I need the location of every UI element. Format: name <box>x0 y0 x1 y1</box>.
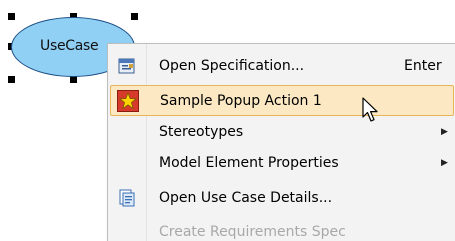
submenu-arrow-icon: ▶ <box>441 157 448 168</box>
specification-icon <box>118 58 135 73</box>
menu-item-label: Open Use Case Details... <box>159 189 333 206</box>
use-case-details-icon <box>119 189 135 206</box>
selection-handle[interactable] <box>70 76 77 83</box>
menu-item-open-specification[interactable]: Open Specification... Enter <box>110 50 454 81</box>
menu-item-label: Create Requirements Spec <box>159 223 346 240</box>
menu-item-model-element-properties[interactable]: Model Element Properties ▶ <box>110 147 454 178</box>
selection-handle[interactable] <box>131 13 138 20</box>
selection-handle[interactable] <box>8 13 15 20</box>
menu-item-create-requirements-spec: Create Requirements Spec <box>110 216 454 241</box>
menu-item-label: Model Element Properties <box>159 154 339 171</box>
menu-item-open-use-case-details[interactable]: Open Use Case Details... <box>110 182 454 213</box>
mouse-cursor-icon <box>362 97 378 122</box>
context-menu: Open Specification... Enter Sample Popup… <box>107 43 455 241</box>
menu-item-shortcut: Enter <box>404 57 442 74</box>
menu-item-label: Stereotypes <box>159 123 244 140</box>
menu-item-sample-popup-action[interactable]: Sample Popup Action 1 <box>110 85 454 116</box>
selection-handle[interactable] <box>8 76 15 83</box>
submenu-arrow-icon: ▶ <box>441 126 448 137</box>
menu-item-label: Sample Popup Action 1 <box>160 92 322 109</box>
star-icon <box>117 89 139 112</box>
use-case-label: UseCase <box>40 38 99 54</box>
menu-item-label: Open Specification... <box>159 57 305 74</box>
menu-item-stereotypes[interactable]: Stereotypes ▶ <box>110 116 454 147</box>
